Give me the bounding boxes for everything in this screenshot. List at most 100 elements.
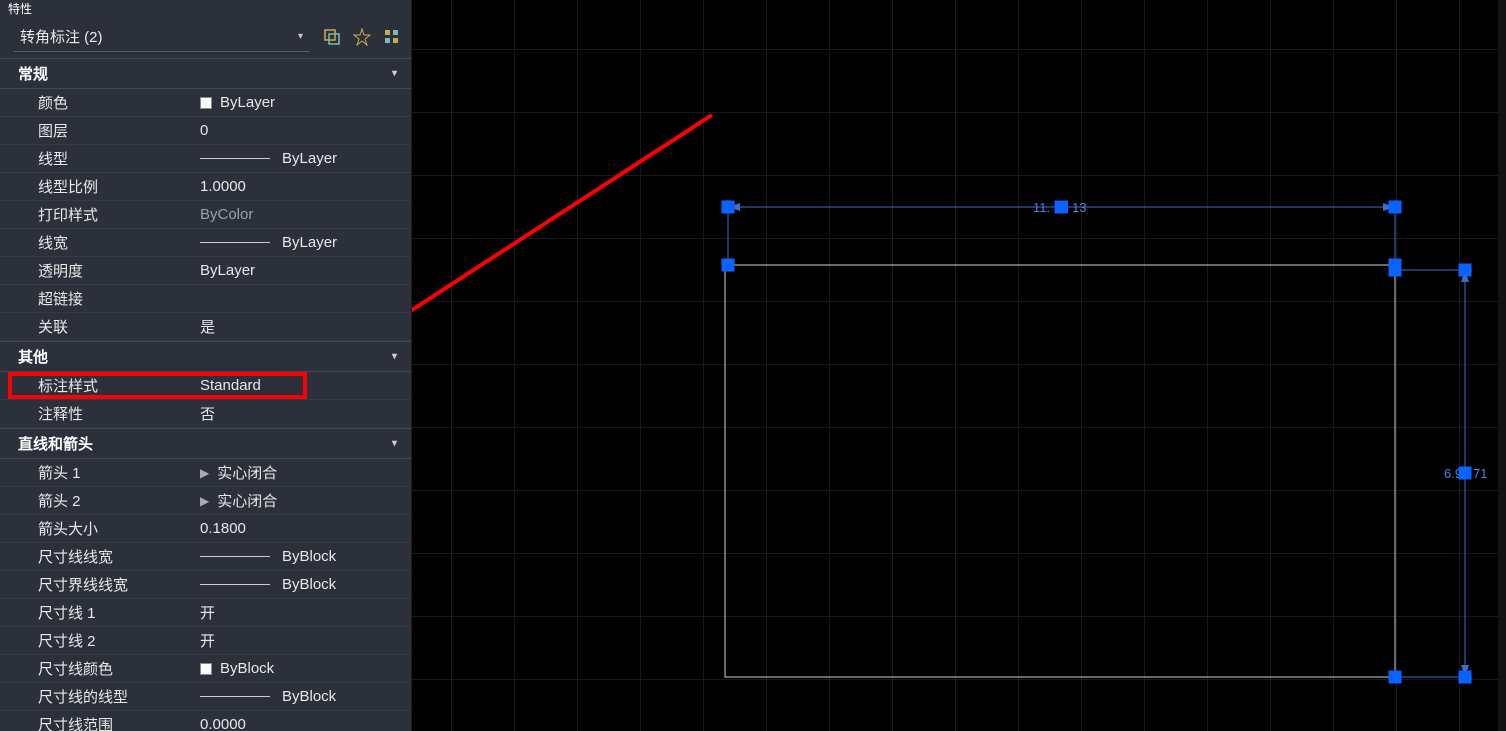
properties-panel: 特性 转角标注 (2) ▾ 常规▾颜色ByLayer图层0线型ByLayer线型… — [0, 0, 412, 731]
drawing-svg: 11. 13 6.9 71 — [412, 0, 1506, 731]
property-row[interactable]: 注释性否 — [0, 400, 411, 428]
property-row[interactable]: 尺寸线范围0.0000 — [0, 711, 411, 731]
property-value[interactable]: 0 — [196, 122, 411, 139]
property-label: 尺寸线 2 — [0, 630, 196, 651]
property-row[interactable]: 箭头大小0.1800 — [0, 515, 411, 543]
property-value-text: ByBlock — [220, 660, 274, 677]
section-header-misc[interactable]: 其他 ▾ — [0, 341, 411, 372]
property-label: 打印样式 — [0, 204, 196, 225]
property-value[interactable]: ▶实心闭合 — [196, 490, 411, 511]
property-value[interactable]: ByLayer — [196, 94, 411, 111]
property-value[interactable]: 开 — [196, 602, 411, 623]
property-value-text: ByBlock — [282, 548, 336, 565]
vertical-scrollbar[interactable] — [1498, 0, 1506, 731]
property-row[interactable]: 箭头 1▶实心闭合 — [0, 459, 411, 487]
property-row[interactable]: 透明度ByLayer — [0, 257, 411, 285]
property-label: 线型 — [0, 148, 196, 169]
property-row[interactable]: 线宽ByLayer — [0, 229, 411, 257]
chevron-down-icon: ▾ — [392, 68, 397, 79]
property-label: 尺寸线的线型 — [0, 686, 196, 707]
property-value[interactable]: ByLayer — [196, 234, 411, 251]
object-type-dropdown[interactable]: 转角标注 (2) ▾ — [14, 22, 309, 52]
property-label: 尺寸线颜色 — [0, 658, 196, 679]
property-row[interactable]: 标注样式Standard — [0, 372, 411, 400]
section-title: 其他 — [18, 346, 48, 367]
property-row[interactable]: 尺寸线 2开 — [0, 627, 411, 655]
chevron-down-icon: ▾ — [392, 438, 397, 449]
grip-handle[interactable] — [722, 259, 734, 271]
property-value[interactable]: ByBlock — [196, 688, 411, 705]
property-row[interactable]: 尺寸界线线宽ByBlock — [0, 571, 411, 599]
property-value-text: ByColor — [200, 206, 253, 223]
grip-handle[interactable] — [1389, 671, 1401, 683]
property-value[interactable]: ByLayer — [196, 150, 411, 167]
linetype-sample-icon — [200, 242, 270, 243]
dim-v-text2: 71 — [1473, 466, 1487, 481]
panel-title: 特性 — [0, 0, 411, 16]
property-row[interactable]: 线型 ByLayer — [0, 145, 411, 173]
property-row[interactable]: 尺寸线的线型ByBlock — [0, 683, 411, 711]
grip-handle[interactable] — [1459, 467, 1471, 479]
grips — [722, 201, 1471, 683]
property-row[interactable]: 尺寸线线宽 ByBlock — [0, 543, 411, 571]
properties-rows: 常规▾颜色ByLayer图层0线型ByLayer线型比例1.0000打印样式By… — [0, 58, 411, 731]
property-value-text: 开 — [200, 602, 215, 623]
grip-handle[interactable] — [1459, 671, 1471, 683]
property-row[interactable]: 打印样式ByColor — [0, 201, 411, 229]
property-label: 图层 — [0, 120, 196, 141]
grip-handle[interactable] — [722, 201, 734, 213]
property-value[interactable]: 否 — [196, 403, 411, 424]
property-label: 尺寸线范围 — [0, 714, 196, 731]
grip-handle[interactable] — [1389, 264, 1401, 276]
quick-select-icon[interactable] — [351, 26, 373, 48]
property-value[interactable]: 0.0000 — [196, 716, 411, 731]
property-row[interactable]: 颜色ByLayer — [0, 89, 411, 117]
property-value[interactable]: Standard — [196, 377, 411, 394]
color-swatch-icon — [200, 663, 212, 675]
property-row[interactable]: 关联是 — [0, 313, 411, 341]
linetype-sample-icon — [200, 158, 270, 159]
section-header-general[interactable]: 常规▾ — [0, 58, 411, 89]
annotation-arrow — [412, 115, 712, 374]
vertical-dimension[interactable]: 6.9 71 — [1395, 270, 1487, 677]
toggle-pim-icon[interactable] — [321, 26, 343, 48]
property-value-text: ByLayer — [282, 234, 337, 251]
property-value-text: 实心闭合 — [217, 462, 277, 483]
property-value[interactable]: ByLayer — [196, 262, 411, 279]
property-value[interactable]: ByBlock — [196, 576, 411, 593]
chevron-down-icon: ▾ — [392, 351, 397, 362]
drawing-canvas[interactable]: 11. 13 6.9 71 — [412, 0, 1506, 731]
dim-h-text: 11. — [1033, 200, 1050, 215]
grip-handle[interactable] — [1055, 201, 1067, 213]
property-row[interactable]: 超链接 — [0, 285, 411, 313]
property-label: 箭头大小 — [0, 518, 196, 539]
property-value[interactable]: ▶实心闭合 — [196, 462, 411, 483]
grip-handle[interactable] — [1459, 264, 1471, 276]
property-row[interactable]: 尺寸线 1开 — [0, 599, 411, 627]
property-label: 尺寸线线宽 — [0, 546, 196, 567]
property-value[interactable]: ByColor — [196, 206, 411, 223]
section-header-lines[interactable]: 直线和箭头 ▾ — [0, 428, 411, 459]
quick-calc-icon[interactable] — [381, 26, 403, 48]
property-row[interactable]: 箭头 2▶实心闭合 — [0, 487, 411, 515]
property-label: 箭头 2 — [0, 490, 196, 511]
property-value-text: ByLayer — [282, 150, 337, 167]
property-label: 箭头 1 — [0, 462, 196, 483]
section-title: 直线和箭头 — [18, 433, 93, 454]
property-label: 尺寸线 1 — [0, 602, 196, 623]
property-value[interactable]: 是 — [196, 316, 411, 337]
property-value[interactable]: 开 — [196, 630, 411, 651]
property-row[interactable]: 尺寸线颜色 ByBlock — [0, 655, 411, 683]
property-label: 透明度 — [0, 260, 196, 281]
object-selector-row: 转角标注 (2) ▾ — [0, 16, 411, 58]
property-row[interactable]: 图层0 — [0, 117, 411, 145]
property-value[interactable]: ByBlock — [196, 660, 411, 677]
property-value[interactable]: 0.1800 — [196, 520, 411, 537]
grip-handle[interactable] — [1389, 201, 1401, 213]
property-label: 关联 — [0, 316, 196, 337]
property-row[interactable]: 线型比例1.0000 — [0, 173, 411, 201]
panel-title-label: 特性 — [8, 0, 32, 17]
property-value[interactable]: ByBlock — [196, 548, 411, 565]
property-value[interactable]: 1.0000 — [196, 178, 411, 195]
rectangle-object[interactable] — [725, 265, 1395, 677]
